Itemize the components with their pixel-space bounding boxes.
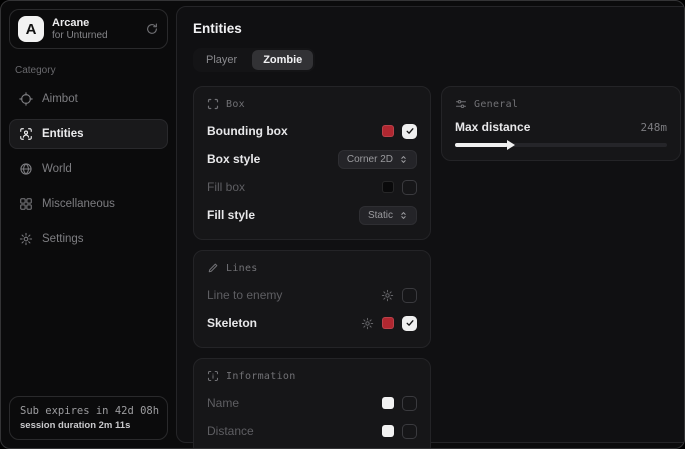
fill-style-value: Static xyxy=(368,210,393,221)
info-scan-icon xyxy=(207,370,219,382)
line-to-enemy-checkbox[interactable] xyxy=(402,288,417,303)
slider-thumb[interactable] xyxy=(507,140,515,150)
app-name: Arcane xyxy=(52,17,137,30)
category-label: Category xyxy=(15,65,162,76)
box-card-header: Box xyxy=(207,98,417,110)
name-checkbox[interactable] xyxy=(402,396,417,411)
bounding-box-checkbox[interactable] xyxy=(402,124,417,139)
main-panel: Entities Player Zombie Box Bounding bo xyxy=(176,6,685,443)
distance-checkbox[interactable] xyxy=(402,424,417,439)
fill-box-row: Fill box xyxy=(207,176,417,198)
name-color-swatch[interactable] xyxy=(382,397,394,409)
skeleton-checkbox[interactable] xyxy=(402,316,417,331)
app-window: A Arcane for Unturned Category Aimbot En… xyxy=(0,0,685,449)
lines-card-title: Lines xyxy=(226,263,258,274)
sidebar-item-entities[interactable]: Entities xyxy=(9,119,168,149)
app-logo: A xyxy=(18,16,44,42)
unfold-icon xyxy=(399,155,408,164)
max-distance-label: Max distance xyxy=(455,120,530,134)
name-row: Name xyxy=(207,392,417,414)
right-column: General Max distance 248m xyxy=(441,86,681,161)
box-card-title: Box xyxy=(226,99,245,110)
fill-box-label: Fill box xyxy=(207,180,245,194)
distance-label: Distance xyxy=(207,424,254,438)
general-card: General Max distance 248m xyxy=(441,86,681,161)
globe-icon xyxy=(19,162,33,176)
subscription-expiry: Sub expires in 42d 08h xyxy=(20,405,157,417)
max-distance-slider[interactable] xyxy=(455,143,667,147)
fill-style-row: Fill style Static xyxy=(207,204,417,226)
lines-card-header: Lines xyxy=(207,262,417,274)
grid-icon xyxy=(19,197,33,211)
sidebar-item-label: World xyxy=(42,163,72,175)
content-columns: Box Bounding box Box style xyxy=(193,86,681,449)
sidebar-spacer xyxy=(9,259,168,396)
max-distance-value: 248m xyxy=(641,121,668,134)
bounding-box-label: Bounding box xyxy=(207,124,288,138)
fill-style-dropdown[interactable]: Static xyxy=(359,206,417,225)
sidebar-item-label: Aimbot xyxy=(42,93,78,105)
line-to-enemy-label: Line to enemy xyxy=(207,288,282,302)
fill-box-checkbox[interactable] xyxy=(402,180,417,195)
sidebar-item-miscellaneous[interactable]: Miscellaneous xyxy=(9,189,168,219)
bounding-box-color-swatch[interactable] xyxy=(382,125,394,137)
tab-zombie[interactable]: Zombie xyxy=(252,50,313,70)
lines-card: Lines Line to enemy xyxy=(193,250,431,348)
fill-box-color-swatch[interactable] xyxy=(382,181,394,193)
crosshair-icon xyxy=(19,92,33,106)
box-style-label: Box style xyxy=(207,152,260,166)
information-card-title: Information xyxy=(226,371,296,382)
pencil-line-icon xyxy=(207,262,219,274)
app-subtitle: for Unturned xyxy=(52,30,137,42)
skeleton-color-swatch[interactable] xyxy=(382,317,394,329)
information-card: Information Name Distance xyxy=(193,358,431,449)
box-style-row: Box style Corner 2D xyxy=(207,148,417,170)
sidebar-item-label: Miscellaneous xyxy=(42,198,115,210)
app-title-block: Arcane for Unturned xyxy=(52,17,137,41)
skeleton-label: Skeleton xyxy=(207,316,257,330)
name-label: Name xyxy=(207,396,239,410)
sidebar: A Arcane for Unturned Category Aimbot En… xyxy=(1,1,176,448)
sidebar-item-settings[interactable]: Settings xyxy=(9,224,168,254)
unfold-icon xyxy=(399,211,408,220)
entity-tabs: Player Zombie xyxy=(193,48,315,72)
subscription-box: Sub expires in 42d 08h session duration … xyxy=(9,396,168,440)
line-to-enemy-row: Line to enemy xyxy=(207,284,417,306)
information-card-header: Information xyxy=(207,370,417,382)
tab-player[interactable]: Player xyxy=(195,50,248,70)
fill-style-label: Fill style xyxy=(207,208,255,222)
skeleton-gear-icon[interactable] xyxy=(361,317,374,330)
page-title: Entities xyxy=(193,21,681,36)
general-card-header: General xyxy=(455,98,667,110)
left-column: Box Bounding box Box style xyxy=(193,86,431,449)
box-card: Box Bounding box Box style xyxy=(193,86,431,240)
box-corners-icon xyxy=(207,98,219,110)
box-style-dropdown[interactable]: Corner 2D xyxy=(338,150,417,169)
sidebar-item-world[interactable]: World xyxy=(9,154,168,184)
sidebar-item-label: Entities xyxy=(42,128,84,140)
distance-row: Distance xyxy=(207,420,417,442)
gear-icon xyxy=(19,232,33,246)
person-scan-icon xyxy=(19,127,33,141)
sidebar-item-label: Settings xyxy=(42,233,84,245)
app-header-card: A Arcane for Unturned xyxy=(9,9,168,49)
bounding-box-row: Bounding box xyxy=(207,120,417,142)
line-to-enemy-gear-icon[interactable] xyxy=(381,289,394,302)
sliders-icon xyxy=(455,98,467,110)
general-card-title: General xyxy=(474,99,518,110)
distance-color-swatch[interactable] xyxy=(382,425,394,437)
skeleton-row: Skeleton xyxy=(207,312,417,334)
slider-fill xyxy=(455,143,508,147)
sidebar-item-aimbot[interactable]: Aimbot xyxy=(9,84,168,114)
refresh-icon[interactable] xyxy=(145,22,159,36)
max-distance-row: Max distance 248m xyxy=(455,120,667,134)
box-style-value: Corner 2D xyxy=(347,154,393,165)
session-duration: session duration 2m 11s xyxy=(20,420,157,431)
